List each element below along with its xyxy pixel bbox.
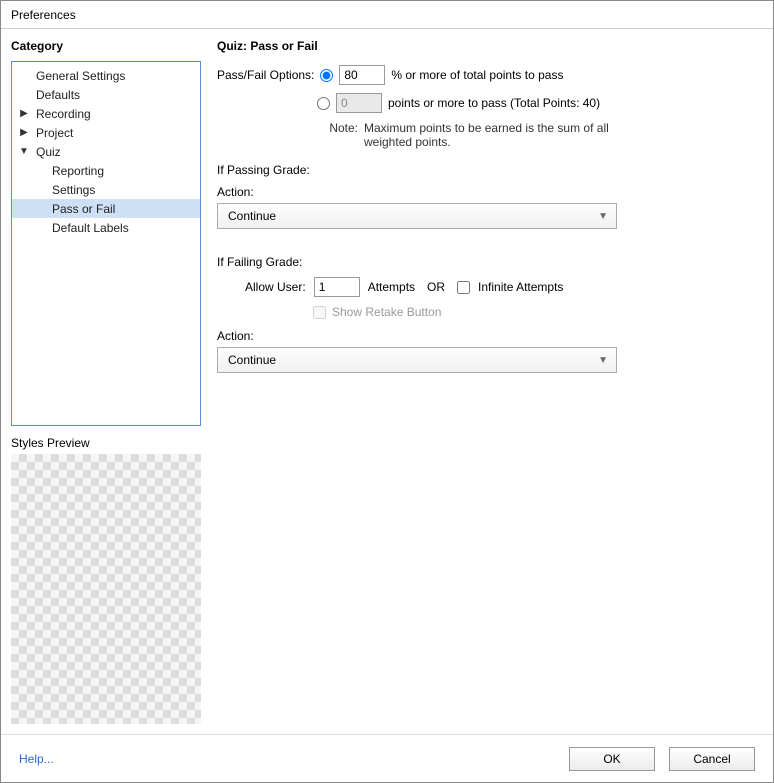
tree-item-project[interactable]: ▶ Project (12, 123, 200, 142)
tree-item-general-settings[interactable]: ▶ General Settings (12, 66, 200, 85)
allow-user-label: Allow User: (245, 280, 306, 294)
tree-item-quiz[interactable]: ▼ Quiz (12, 142, 200, 161)
infinite-attempts-checkbox[interactable] (457, 281, 470, 294)
chevron-down-icon: ▼ (598, 355, 608, 366)
panel-title: Quiz: Pass or Fail (217, 39, 763, 53)
note-text: Maximum points to be earned is the sum o… (364, 121, 624, 149)
styles-preview-heading: Styles Preview (11, 436, 201, 450)
percent-radio[interactable] (320, 69, 333, 82)
tree-item-label: Reporting (52, 164, 104, 178)
infinite-attempts-label: Infinite Attempts (478, 280, 563, 294)
percent-suffix-label: % or more of total points to pass (391, 68, 563, 82)
show-retake-checkbox (313, 306, 326, 319)
tree-item-defaults[interactable]: ▶ Defaults (12, 85, 200, 104)
points-input[interactable] (336, 93, 382, 113)
tree-item-label: Settings (52, 183, 95, 197)
attempts-input[interactable] (314, 277, 360, 297)
preferences-dialog: Preferences Category ▶ General Settings … (0, 0, 774, 783)
ok-button-label: OK (603, 752, 620, 766)
dropdown-value: Continue (228, 209, 276, 223)
tree-item-default-labels[interactable]: Default Labels (12, 218, 200, 237)
tree-item-label: Pass or Fail (52, 202, 115, 216)
failing-action-label: Action: (217, 329, 763, 343)
passing-action-dropdown[interactable]: Continue ▼ (217, 203, 617, 229)
attempts-label: Attempts (368, 280, 415, 294)
tree-item-reporting[interactable]: Reporting (12, 161, 200, 180)
cancel-button-label: Cancel (693, 752, 730, 766)
tree-item-label: Default Labels (52, 221, 129, 235)
tree-twisty-expanded-icon[interactable]: ▼ (18, 146, 30, 157)
tree-item-label: Quiz (36, 145, 61, 159)
passing-action-label: Action: (217, 185, 763, 199)
dialog-title: Preferences (1, 1, 773, 29)
cancel-button[interactable]: Cancel (669, 747, 755, 771)
styles-preview-area (11, 454, 201, 724)
chevron-down-icon: ▼ (598, 211, 608, 222)
ok-button[interactable]: OK (569, 747, 655, 771)
show-retake-label: Show Retake Button (332, 305, 441, 319)
failing-grade-label: If Failing Grade: (217, 255, 763, 269)
tree-item-recording[interactable]: ▶ Recording (12, 104, 200, 123)
note-label: Note: (322, 121, 358, 149)
tree-item-pass-or-fail[interactable]: Pass or Fail (12, 199, 200, 218)
passfail-options-label: Pass/Fail Options: (217, 68, 314, 82)
tree-twisty-collapsed-icon[interactable]: ▶ (18, 108, 30, 119)
help-link[interactable]: Help... (19, 752, 54, 766)
tree-item-label: Project (36, 126, 73, 140)
tree-item-settings[interactable]: Settings (12, 180, 200, 199)
category-heading: Category (11, 39, 201, 53)
tree-item-label: General Settings (36, 69, 125, 83)
tree-item-label: Defaults (36, 88, 80, 102)
passing-grade-label: If Passing Grade: (217, 163, 763, 177)
tree-item-label: Recording (36, 107, 91, 121)
points-suffix-label: points or more to pass (Total Points: 40… (388, 96, 600, 110)
points-radio[interactable] (317, 97, 330, 110)
tree-twisty-collapsed-icon[interactable]: ▶ (18, 127, 30, 138)
category-tree: ▶ General Settings ▶ Defaults ▶ Recordin… (11, 61, 201, 426)
percent-input[interactable] (339, 65, 385, 85)
dropdown-value: Continue (228, 353, 276, 367)
or-label: OR (427, 280, 445, 294)
failing-action-dropdown[interactable]: Continue ▼ (217, 347, 617, 373)
